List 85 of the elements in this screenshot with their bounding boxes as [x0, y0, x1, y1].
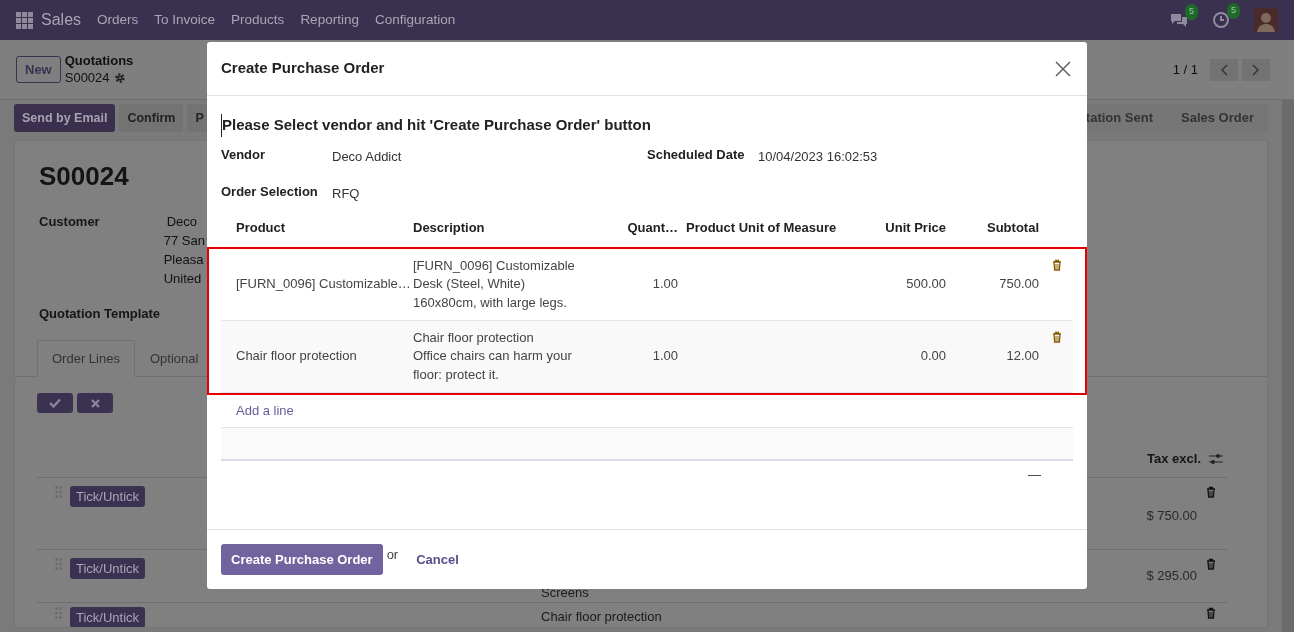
dialog-title: Create Purchase Order	[221, 58, 385, 79]
tab[interactable]: Order Lines	[37, 339, 135, 377]
sliders-icon[interactable]	[1209, 452, 1223, 465]
instruction-heading: Please Select vendor and hit 'Create Purchase Order' button	[221, 114, 1073, 137]
address-line: 77 San	[163, 232, 205, 250]
menu-item[interactable]: Products	[231, 9, 285, 31]
drag-handle-icon[interactable]	[55, 557, 62, 570]
trash-icon[interactable]	[1051, 259, 1063, 271]
column-header[interactable]: Quant…	[598, 211, 682, 243]
column-header[interactable]: Product	[221, 211, 413, 243]
description-text: Screens	[541, 584, 589, 600]
avatar[interactable]	[1254, 8, 1278, 32]
pager-value: 1 / 1	[1172, 60, 1198, 79]
discard-button[interactable]	[77, 393, 113, 413]
table-cell: 12.00	[1006, 348, 1039, 364]
menu-item[interactable]: Configuration	[374, 9, 456, 31]
trash-icon[interactable]	[1205, 485, 1217, 498]
field-label: Quotation Template	[39, 306, 161, 321]
menu-item[interactable]: To Invoice	[154, 9, 216, 31]
new-button[interactable]: New	[16, 55, 61, 84]
record-name: S00024	[64, 69, 110, 86]
breadcrumb-link[interactable]: Quotations	[64, 53, 134, 70]
cancel-link[interactable]: Cancel	[416, 549, 459, 570]
field-label: Vendor	[221, 145, 267, 164]
clock-icon[interactable]	[1212, 11, 1230, 29]
tab[interactable]: Optional	[134, 339, 200, 377]
chat-icon[interactable]	[1170, 12, 1188, 28]
trash-icon[interactable]	[1051, 331, 1063, 343]
field-value: 10/04/2023 16:02:53	[758, 147, 878, 166]
menu-item[interactable]: Orders	[97, 9, 139, 31]
customer-name: Deco	[166, 213, 198, 231]
field-label: Order Selection	[221, 183, 319, 201]
drag-handle-icon[interactable]	[55, 606, 62, 619]
next-button[interactable]	[1242, 58, 1270, 81]
tick-toggle[interactable]: Tick/Untick	[70, 557, 146, 579]
trash-icon[interactable]	[1205, 557, 1217, 570]
column-header[interactable]: Product Unit of Measure	[682, 211, 852, 243]
create-purchase-order-button[interactable]: Create Purchase Order	[221, 543, 383, 576]
status-step[interactable]: Sales Order	[1167, 104, 1268, 132]
description-text: Chair floor protection	[541, 608, 662, 624]
tick-toggle[interactable]: Tick/Untick	[70, 606, 146, 627]
close-icon	[90, 398, 100, 408]
previous-button[interactable]	[1210, 58, 1238, 81]
apps-menu-icon[interactable]	[16, 11, 33, 29]
chevron-right-icon	[1252, 63, 1260, 76]
confirm-button[interactable]	[37, 393, 73, 413]
trash-icon[interactable]	[1205, 606, 1217, 619]
close-button[interactable]	[1053, 58, 1073, 79]
field-label: Scheduled Date	[647, 145, 746, 164]
total-value: —	[1028, 465, 1041, 484]
column-header[interactable]: Subtotal	[950, 211, 1043, 243]
table-cell: 1.00	[652, 348, 678, 364]
table-cell: 1.00	[652, 276, 678, 292]
app-name[interactable]: Sales	[41, 8, 82, 32]
table-cell: Chair floor protection	[236, 348, 357, 364]
table-cell: 500.00	[906, 276, 946, 292]
message-count: 5	[1185, 4, 1198, 20]
drag-handle-icon[interactable]	[55, 485, 62, 498]
or-text: or	[386, 546, 399, 564]
table-cell: 750.00	[999, 276, 1039, 292]
check-icon	[49, 398, 61, 408]
action-button[interactable]: Confirm	[119, 104, 184, 132]
menu-item[interactable]: Reporting	[300, 9, 359, 31]
column-header[interactable]: Description	[413, 211, 598, 243]
tick-toggle[interactable]: Tick/Untick	[70, 485, 146, 507]
close-icon	[1055, 60, 1071, 77]
amount: $ 295.00	[1146, 567, 1197, 583]
field-value: RFQ	[332, 185, 360, 203]
field-value: Deco Addict	[332, 147, 402, 166]
record-title: S00024	[39, 161, 129, 191]
amount: $ 750.00	[1146, 507, 1197, 523]
add-line-link[interactable]: Add a line	[236, 403, 294, 418]
column-header[interactable]: Unit Price	[852, 211, 950, 243]
action-button[interactable]: Send by Email	[14, 104, 116, 132]
chevron-left-icon	[1220, 63, 1228, 76]
column-header: Tax excl.	[1147, 450, 1201, 468]
address-line: United	[163, 270, 202, 288]
table-cell-text: Chair floor protection Office chairs can harm your floor: protect it.	[413, 328, 573, 384]
table-cell: 0.00	[920, 348, 946, 364]
table-cell: [FURN_0096] Customizable…	[236, 276, 411, 292]
activity-count: 5	[1227, 3, 1240, 19]
table-cell-text: [FURN_0096] Customizable Desk (Steel, White) 160x80cm, with large legs.	[413, 256, 576, 312]
field-label: Customer	[39, 213, 100, 231]
address-line: Pleasa	[163, 251, 204, 269]
gear-icon[interactable]	[113, 71, 126, 84]
